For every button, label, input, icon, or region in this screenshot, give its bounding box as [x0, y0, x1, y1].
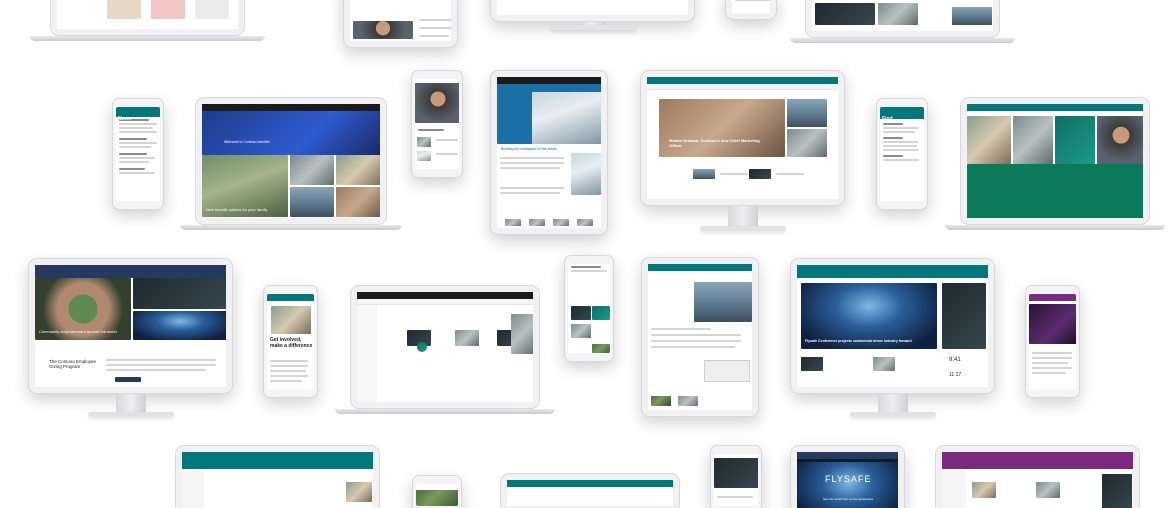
page-title: Get involved, make a difference — [270, 337, 313, 349]
weather-widget-low: 11:17 — [949, 372, 962, 378]
phone-project-tracking — [564, 255, 614, 362]
featured-image[interactable]: Miriam Graham, Contoso's new Chief Marke… — [659, 99, 785, 157]
portrait-image[interactable] — [151, 0, 185, 19]
app-title: Find — [882, 116, 893, 122]
featured-caption: Flysafe Conference projects commercial d… — [805, 339, 912, 343]
portrait-image[interactable] — [195, 0, 229, 19]
featured-caption: Miriam Graham, Contoso's new Chief Marke… — [669, 138, 760, 148]
monitor-drone-news: Flysafe Conference projects commercial d… — [790, 258, 995, 418]
benefits-banner: Welcome to Contoso benefits — [224, 140, 270, 144]
laptop-product-support — [175, 445, 380, 508]
tablet-news-portal — [343, 0, 458, 48]
laptop-team-site — [945, 97, 1165, 232]
laptop-benefits-site: Welcome to Contoso benefits New benefit … — [180, 97, 402, 232]
hero-caption: Community empowerment around the world — [39, 329, 117, 334]
monitor-giving-program: Community empowerment around the world T… — [28, 258, 233, 418]
laptop-base — [30, 36, 265, 41]
monitor-leadership-news: Miriam Graham, Contoso's new Chief Marke… — [640, 70, 845, 235]
hero-caption: New benefit options for your family — [206, 207, 268, 212]
monitor-foot — [550, 25, 636, 30]
phone-get-involved: Get involved, make a difference — [263, 285, 318, 398]
featured-image[interactable]: Flysafe Conference projects commercial d… — [801, 283, 937, 349]
laptop-people-directory — [30, 0, 265, 42]
monitor-flysafe: FLYSAFE See the world from a new perspec… — [790, 445, 905, 508]
laptop-purple-site — [935, 445, 1140, 508]
video-thumbnail[interactable] — [353, 21, 413, 39]
cta-button[interactable] — [115, 377, 141, 382]
hero-image[interactable]: Community empowerment around the world — [35, 278, 131, 340]
flysafe-logo: FLYSAFE — [825, 474, 872, 484]
weather-widget: 9:41 — [949, 357, 961, 363]
phone-event — [1025, 285, 1080, 398]
portrait-image[interactable] — [107, 0, 141, 19]
phone-news-app: News — [112, 98, 164, 210]
phone-video — [710, 445, 762, 508]
flysafe-tagline: See the world from a new perspective — [823, 497, 874, 501]
article-heading: Building the workspace of the future — [501, 147, 557, 151]
monitor-top — [490, 0, 695, 50]
hero-image[interactable]: New benefit options for your family — [202, 155, 288, 217]
laptop-bottom — [500, 473, 680, 508]
phone-bottom — [412, 475, 462, 508]
app-title: News — [118, 116, 132, 122]
phone-article — [411, 70, 463, 178]
tablet-report — [641, 257, 759, 417]
laptop-project-board — [335, 285, 555, 415]
phone-top — [725, 0, 777, 20]
program-title: The Contoso Employee Giving Program — [49, 359, 97, 370]
laptop-top-right — [790, 0, 1015, 44]
phone-find-app: Find — [876, 98, 928, 210]
tablet-architecture: Building the workspace of the future — [490, 70, 608, 235]
